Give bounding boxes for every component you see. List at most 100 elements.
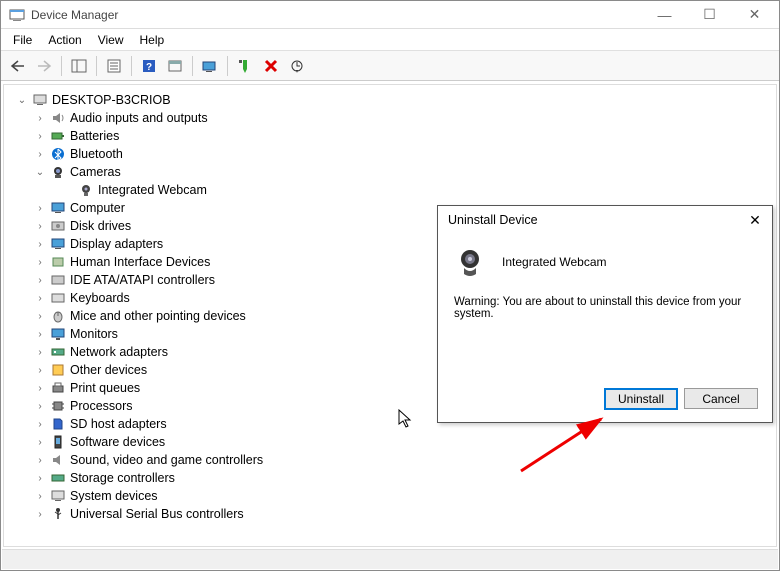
expander-icon[interactable]: ⌄ [16, 94, 28, 106]
toolbar: ? [1, 51, 779, 81]
menu-action[interactable]: Action [40, 31, 89, 49]
menu-file[interactable]: File [5, 31, 40, 49]
expander-icon[interactable]: › [34, 436, 46, 448]
toolbar-separator [192, 56, 193, 76]
tree-label: Monitors [70, 327, 118, 341]
expander-icon[interactable]: › [34, 148, 46, 160]
expander-icon[interactable]: › [34, 310, 46, 322]
tree-node-system[interactable]: › System devices [8, 487, 772, 505]
expander-icon[interactable]: ⌄ [34, 166, 46, 178]
keyboard-icon [50, 290, 66, 306]
tree-node-integrated-webcam[interactable]: Integrated Webcam [8, 181, 772, 199]
help-button[interactable]: ? [138, 55, 160, 77]
tree-node-storage[interactable]: ›Storage controllers [8, 469, 772, 487]
uninstall-button[interactable]: Uninstall [604, 388, 678, 410]
tree-label: Processors [70, 399, 133, 413]
svg-text:?: ? [146, 62, 152, 73]
back-button[interactable] [7, 55, 29, 77]
system-icon [50, 488, 66, 504]
tree-node-cameras[interactable]: ⌄ Cameras [8, 163, 772, 181]
expander-icon[interactable]: › [34, 112, 46, 124]
tree-label: Print queues [70, 381, 140, 395]
expander-icon[interactable]: › [34, 220, 46, 232]
monitor-icon [50, 200, 66, 216]
tree-label: System devices [70, 489, 158, 503]
window-title: Device Manager [31, 8, 642, 22]
expander-icon[interactable]: › [34, 202, 46, 214]
forward-button[interactable] [33, 55, 55, 77]
expander-icon[interactable]: › [34, 490, 46, 502]
tree-root-label: DESKTOP-B3CRIOB [52, 93, 171, 107]
toolbar-separator [61, 56, 62, 76]
tree-node-audio[interactable]: › Audio inputs and outputs [8, 109, 772, 127]
network-icon [50, 344, 66, 360]
tree-node-sound[interactable]: ›Sound, video and game controllers [8, 451, 772, 469]
view-button[interactable] [164, 55, 186, 77]
expander-icon[interactable]: › [34, 256, 46, 268]
tree-label: Display adapters [70, 237, 163, 251]
tree-root[interactable]: ⌄ DESKTOP-B3CRIOB [8, 91, 772, 109]
maximize-button[interactable]: ☐ [687, 1, 732, 29]
menubar: File Action View Help [1, 29, 779, 51]
statusbar [2, 549, 778, 569]
expander-icon[interactable]: › [34, 382, 46, 394]
expander-icon[interactable]: › [34, 274, 46, 286]
dialog-titlebar: Uninstall Device ✕ [438, 206, 772, 234]
update-driver-button[interactable] [199, 55, 221, 77]
expander-icon[interactable]: › [34, 454, 46, 466]
toolbar-separator [131, 56, 132, 76]
tree-node-bluetooth[interactable]: › Bluetooth [8, 145, 772, 163]
usb-icon [50, 506, 66, 522]
mouse-icon [50, 308, 66, 324]
close-button[interactable]: ✕ [732, 1, 777, 29]
expander-icon[interactable]: › [34, 328, 46, 340]
webcam-icon [454, 246, 486, 278]
tree-label: Keyboards [70, 291, 130, 305]
expander-icon[interactable]: › [34, 508, 46, 520]
tree-node-software[interactable]: › Software devices [8, 433, 772, 451]
disk-icon [50, 218, 66, 234]
menu-help[interactable]: Help [132, 31, 173, 49]
tree-node-batteries[interactable]: ›Batteries [8, 127, 772, 145]
uninstall-device-button[interactable] [260, 55, 282, 77]
expander-icon[interactable]: › [34, 346, 46, 358]
tree-label: Integrated Webcam [98, 183, 207, 197]
expander-icon[interactable]: › [34, 238, 46, 250]
enable-device-button[interactable] [234, 55, 256, 77]
cpu-icon [50, 398, 66, 414]
tree-label: Cameras [70, 165, 121, 179]
expander-icon[interactable]: › [34, 400, 46, 412]
audio-icon [50, 110, 66, 126]
expander-icon[interactable]: › [34, 130, 46, 142]
expander-icon[interactable]: › [34, 418, 46, 430]
device-manager-window: Device Manager — ☐ ✕ File Action View He… [0, 0, 780, 571]
printer-icon [50, 380, 66, 396]
tree-label: Network adapters [70, 345, 168, 359]
cancel-button[interactable]: Cancel [684, 388, 758, 409]
menu-view[interactable]: View [90, 31, 132, 49]
tree-label: Bluetooth [70, 147, 123, 161]
dialog-body: Integrated Webcam Warning: You are about… [438, 234, 772, 332]
expander-icon[interactable]: › [34, 472, 46, 484]
properties-button[interactable] [103, 55, 125, 77]
software-icon [50, 434, 66, 450]
tree-label: Software devices [70, 435, 165, 449]
display-adapter-icon [50, 236, 66, 252]
tree-label: Audio inputs and outputs [70, 111, 208, 125]
scan-hardware-button[interactable] [286, 55, 308, 77]
minimize-button[interactable]: — [642, 1, 687, 29]
expander-icon[interactable]: › [34, 364, 46, 376]
hid-icon [50, 254, 66, 270]
dialog-title: Uninstall Device [448, 213, 742, 227]
dialog-device-name: Integrated Webcam [502, 255, 607, 269]
dialog-close-button[interactable]: ✕ [742, 209, 768, 231]
storage-icon [50, 470, 66, 486]
tree-label: Disk drives [70, 219, 131, 233]
toolbar-separator [227, 56, 228, 76]
expander-icon[interactable]: › [34, 292, 46, 304]
tree-node-usb[interactable]: ›Universal Serial Bus controllers [8, 505, 772, 523]
tree-label: SD host adapters [70, 417, 167, 431]
sd-icon [50, 416, 66, 432]
show-hide-console-button[interactable] [68, 55, 90, 77]
tree-label: IDE ATA/ATAPI controllers [70, 273, 215, 287]
